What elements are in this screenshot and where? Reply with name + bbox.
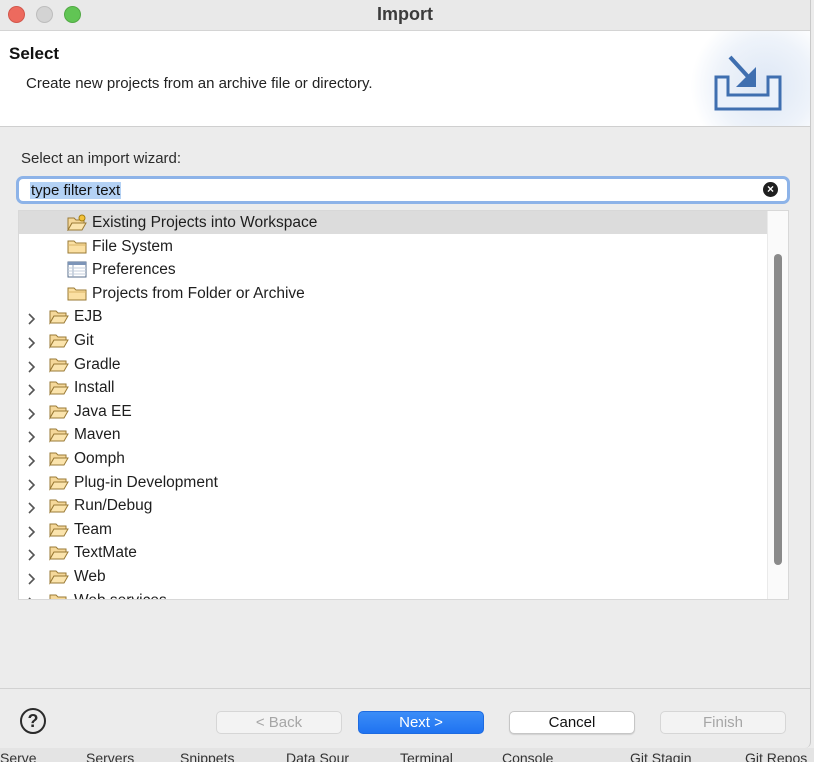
folder-open-icon [49, 403, 69, 420]
clear-x-icon[interactable]: × [763, 182, 778, 197]
next-button[interactable]: Next > [358, 711, 484, 734]
chevron-right-icon[interactable] [25, 570, 39, 585]
tree-scrollbar[interactable] [767, 211, 788, 599]
tree-category-label: Gradle [74, 355, 121, 373]
folder-open-icon [49, 379, 69, 397]
tree-category-label: Java EE [74, 402, 132, 420]
folder-open-icon [49, 521, 69, 538]
tree-category[interactable]: Team [19, 518, 769, 541]
tree-category[interactable]: Java EE [19, 400, 769, 423]
page-title: Select [9, 44, 60, 63]
background-tab: Console [502, 750, 554, 762]
import-dialog: Import Select Create new projects from a… [0, 0, 811, 748]
chevron-right-icon[interactable] [25, 381, 39, 396]
tree-category-label: Oomph [74, 450, 125, 467]
background-tab: Git Repos [745, 750, 808, 762]
chevron-right-icon[interactable] [25, 405, 39, 420]
tree-item[interactable]: Projects from Folder or Archive [19, 282, 769, 305]
background-view-tabs: Serve Servers Snippets Data Sour Termina… [0, 748, 814, 762]
chevron-right-icon[interactable] [25, 310, 39, 325]
folder-open-icon [49, 308, 69, 326]
tree-category-label: Run/Debug [74, 497, 153, 515]
folder-icon [67, 285, 87, 302]
chevron-right-icon[interactable] [25, 428, 39, 443]
filter-text[interactable]: type filter text [30, 182, 122, 199]
folder-open-icon [49, 332, 69, 349]
folder-open-icon [49, 450, 69, 467]
chevron-right-icon[interactable] [25, 476, 39, 491]
projects-folder-icon [67, 214, 87, 232]
wizard-tree[interactable]: Existing Projects into Workspace File Sys… [18, 210, 789, 600]
tree-category[interactable]: Oomph [19, 447, 769, 470]
tree-category[interactable]: Run/Debug [19, 494, 769, 517]
tree-category[interactable]: Install [19, 376, 769, 399]
chevron-right-icon[interactable] [25, 499, 39, 514]
tree-category-label: EJB [74, 308, 103, 326]
folder-open-icon [49, 356, 69, 373]
cancel-button[interactable]: Cancel [509, 711, 635, 734]
title-bar: Import [0, 0, 810, 31]
footer-divider [0, 688, 810, 689]
tree-category[interactable]: Plug-in Development [19, 471, 769, 494]
tree-category[interactable]: Git [19, 329, 769, 352]
tree-item[interactable]: Existing Projects into Workspace [19, 211, 769, 234]
tree-category-label: Install [74, 379, 115, 397]
background-tab: Snippets [180, 750, 235, 762]
tree-category-label: Git [74, 332, 94, 349]
tree-category[interactable]: TextMate [19, 541, 769, 564]
tree-item-label: Existing Projects into Workspace [92, 214, 318, 231]
background-tab: Serve [0, 750, 37, 762]
wizard-header: Select Create new projects from an archi… [0, 31, 810, 127]
chevron-right-icon[interactable] [25, 358, 39, 373]
chevron-right-icon[interactable] [25, 334, 39, 349]
filter-input[interactable]: type filter text × [16, 176, 790, 204]
folder-open-icon [49, 592, 69, 599]
tree-category-label: Team [74, 520, 112, 538]
background-tab: Git Stagin [630, 750, 692, 762]
tree-item[interactable]: Preferences [19, 258, 769, 281]
folder-open-icon [49, 474, 69, 491]
tree-item-label: Projects from Folder or Archive [92, 284, 305, 302]
tree-category[interactable]: Maven [19, 423, 769, 446]
chevron-right-icon[interactable] [25, 594, 39, 599]
finish-button[interactable]: Finish [660, 711, 786, 734]
tree-category-label: Web [74, 568, 106, 585]
background-tab: Data Sour [286, 750, 350, 762]
preferences-icon [67, 261, 87, 278]
tree-category-label: Plug-in Development [74, 473, 218, 491]
tree-category[interactable]: Web [19, 565, 769, 588]
folder-open-icon [49, 544, 69, 562]
folder-open-icon [49, 426, 69, 444]
background-tab: Terminal [400, 750, 453, 762]
tree-item-label: File System [92, 237, 173, 255]
chevron-right-icon[interactable] [25, 452, 39, 467]
tree-category[interactable]: Web services [19, 589, 769, 599]
chevron-right-icon[interactable] [25, 546, 39, 561]
chevron-right-icon[interactable] [25, 523, 39, 538]
help-icon[interactable]: ? [20, 708, 46, 734]
tree-category-label: Web services [74, 589, 167, 599]
tree-category-label: Maven [74, 426, 121, 444]
tree-category[interactable]: Gradle [19, 353, 769, 376]
import-wizard-icon [714, 55, 782, 111]
folder-open-icon [49, 568, 69, 585]
tree-item-label: Preferences [92, 261, 176, 279]
wizard-select-label: Select an import wizard: [21, 150, 182, 167]
folder-icon [67, 238, 87, 255]
tree-category[interactable]: EJB [19, 305, 769, 328]
tree-category-label: TextMate [74, 544, 137, 562]
background-tab: Servers [86, 750, 135, 762]
back-button[interactable]: < Back [216, 711, 342, 734]
page-description: Create new projects from an archive file… [26, 75, 373, 92]
folder-open-icon [49, 497, 69, 515]
window-title: Import [377, 4, 433, 24]
tree-item[interactable]: File System [19, 235, 769, 258]
scrollbar-thumb[interactable] [774, 254, 782, 565]
